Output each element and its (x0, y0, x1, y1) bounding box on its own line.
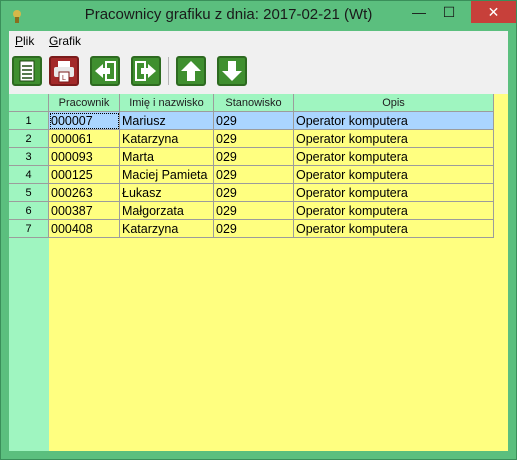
arrow-down-icon (222, 61, 242, 81)
menu-bar: Plik Grafik (9, 31, 508, 51)
move-down-button[interactable] (217, 56, 247, 86)
column-header-opis[interactable]: Opis (294, 94, 494, 112)
table-row[interactable]: 3 000093 Marta 029 Operator komputera (9, 148, 494, 166)
cell-stanowisko[interactable]: 029 (214, 220, 294, 238)
client-area: Plik Grafik L Pracownik Imię i nazwisko … (9, 31, 508, 451)
cell-stanowisko[interactable]: 029 (214, 148, 294, 166)
app-window: Pracownicy grafiku z dnia: 2017-02-21 (W… (0, 0, 517, 460)
print-icon: L (54, 61, 74, 83)
cell-opis[interactable]: Operator komputera (294, 184, 494, 202)
report-icon (19, 60, 35, 82)
table-row[interactable]: 2 000061 Katarzyna 029 Operator komputer… (9, 130, 494, 148)
cell-imie-nazwisko[interactable]: Mariusz (120, 112, 214, 130)
column-header-stanowisko[interactable]: Stanowisko (214, 94, 294, 112)
cell-stanowisko[interactable]: 029 (214, 202, 294, 220)
print-button[interactable]: L (49, 56, 79, 86)
cell-pracownik[interactable]: 000263 (49, 184, 120, 202)
close-button[interactable]: ✕ (471, 1, 516, 23)
menu-grafik-accel: G (49, 34, 59, 48)
row-number[interactable]: 5 (9, 184, 49, 202)
menu-plik-rest: lik (23, 34, 35, 48)
corner-header[interactable] (9, 94, 49, 112)
table-row[interactable]: 5 000263 Łukasz 029 Operator komputera (9, 184, 494, 202)
cell-imie-nazwisko[interactable]: Katarzyna (120, 220, 214, 238)
column-header-imie-nazwisko[interactable]: Imię i nazwisko (120, 94, 214, 112)
minimize-button[interactable]: — (405, 1, 433, 23)
arrow-up-icon (181, 61, 201, 81)
row-number[interactable]: 2 (9, 130, 49, 148)
cell-stanowisko[interactable]: 029 (214, 166, 294, 184)
cell-imie-nazwisko[interactable]: Małgorzata (120, 202, 214, 220)
row-number[interactable]: 6 (9, 202, 49, 220)
cell-pracownik[interactable]: 000125 (49, 166, 120, 184)
maximize-button[interactable]: ☐ (435, 1, 463, 23)
report-button[interactable] (12, 56, 42, 86)
cell-opis[interactable]: Operator komputera (294, 112, 494, 130)
cell-pracownik[interactable]: 000061 (49, 130, 120, 148)
cell-pracownik[interactable]: 000007 (49, 112, 120, 130)
cell-stanowisko[interactable]: 029 (214, 130, 294, 148)
cell-pracownik[interactable]: 000387 (49, 202, 120, 220)
menu-plik-accel: P (15, 34, 24, 48)
row-number[interactable]: 1 (9, 112, 49, 130)
cell-opis[interactable]: Operator komputera (294, 202, 494, 220)
window-title: Pracownicy grafiku z dnia: 2017-02-21 (W… (84, 6, 373, 23)
cell-pracownik[interactable]: 000408 (49, 220, 120, 238)
cell-opis[interactable]: Operator komputera (294, 220, 494, 238)
menu-plik[interactable]: Plik (15, 34, 34, 48)
arrow-right-icon (135, 61, 156, 81)
move-up-button[interactable] (176, 56, 206, 86)
employee-grid[interactable]: Pracownik Imię i nazwisko Stanowisko Opi… (9, 94, 508, 451)
arrow-left-icon (95, 61, 116, 81)
cell-opis[interactable]: Operator komputera (294, 130, 494, 148)
cell-stanowisko[interactable]: 029 (214, 112, 294, 130)
cell-imie-nazwisko[interactable]: Łukasz (120, 184, 214, 202)
row-number[interactable]: 4 (9, 166, 49, 184)
row-number[interactable]: 7 (9, 220, 49, 238)
cell-imie-nazwisko[interactable]: Katarzyna (120, 130, 214, 148)
table-row[interactable]: 6 000387 Małgorzata 029 Operator kompute… (9, 202, 494, 220)
cell-stanowisko[interactable]: 029 (214, 184, 294, 202)
cell-pracownik[interactable]: 000093 (49, 148, 120, 166)
menu-grafik-rest: rafik (58, 34, 82, 48)
row-number[interactable]: 3 (9, 148, 49, 166)
cell-imie-nazwisko[interactable]: Marta (120, 148, 214, 166)
cell-opis[interactable]: Operator komputera (294, 166, 494, 184)
export-button[interactable] (131, 56, 161, 86)
import-button[interactable] (90, 56, 120, 86)
table-row[interactable]: 7 000408 Katarzyna 029 Operator komputer… (9, 220, 494, 238)
table-row[interactable]: 4 000125 Maciej Pamieta 029 Operator kom… (9, 166, 494, 184)
title-bar[interactable]: Pracownicy grafiku z dnia: 2017-02-21 (W… (1, 1, 516, 31)
svg-text:L: L (62, 75, 66, 82)
table-row[interactable]: 1 000007 Mariusz 029 Operator komputera (9, 112, 494, 130)
column-header-pracownik[interactable]: Pracownik (49, 94, 120, 112)
toolbar-separator (168, 57, 169, 85)
cell-imie-nazwisko[interactable]: Maciej Pamieta (120, 166, 214, 184)
cell-opis[interactable]: Operator komputera (294, 148, 494, 166)
toolbar: L (9, 51, 508, 91)
menu-grafik[interactable]: Grafik (49, 34, 81, 48)
